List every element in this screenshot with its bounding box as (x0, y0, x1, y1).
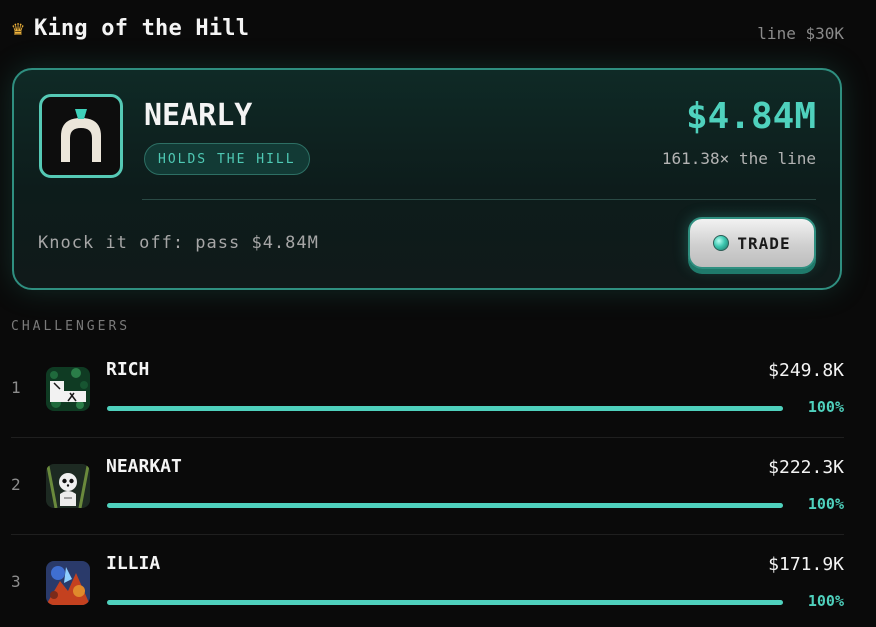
challengers-list: 1 RICH $249.8K 100% 2 NEARKAT $222.3K 10… (0, 340, 876, 627)
king-divider (142, 199, 816, 200)
line-threshold-label: line $30K (757, 23, 844, 43)
header: ♛ King of the Hill line $30K (12, 14, 844, 43)
king-token-avatar[interactable] (39, 94, 123, 178)
king-token-name: NEARLY (144, 98, 253, 133)
title-wrap: ♛ King of the Hill (12, 16, 249, 41)
trade-button[interactable]: TRADE (688, 217, 816, 269)
progress-track (107, 406, 783, 411)
challenger-row[interactable]: 2 NEARKAT $222.3K 100% (0, 437, 876, 534)
status-dot-icon (713, 235, 730, 251)
challenger-name: RICH (106, 359, 150, 380)
holds-hill-badge: HOLDS THE HILL (144, 143, 310, 175)
challenger-row[interactable]: 3 ILLIA $171.9K 100% (0, 534, 876, 627)
trade-button-label: TRADE (737, 233, 791, 253)
progress-fill (107, 503, 783, 508)
king-line-multiple: 161.38× the line (661, 149, 816, 168)
challenger-avatar-nearkat (46, 464, 90, 508)
challenger-row[interactable]: 1 RICH $249.8K 100% (0, 340, 876, 437)
horseshoe-logo-icon (61, 109, 101, 162)
challenger-name: ILLIA (106, 553, 161, 574)
challenger-rank: 2 (11, 475, 21, 494)
knock-off-text: Knock it off: pass $4.84M (38, 233, 319, 253)
challenger-rank: 3 (11, 572, 21, 591)
challenger-avatar-rich (46, 367, 90, 411)
progress-percent: 100% (807, 398, 844, 416)
challenger-rank: 1 (11, 378, 21, 397)
challengers-heading: CHALLENGERS (11, 319, 131, 334)
progress-track (107, 600, 783, 605)
king-card: NEARLY HOLDS THE HILL $4.84M 161.38× the… (12, 68, 842, 290)
crown-icon: ♛ (12, 16, 25, 40)
progress-track (107, 503, 783, 508)
progress-percent: 100% (807, 592, 844, 610)
challenger-avatar-illia (46, 561, 90, 605)
page-title: King of the Hill (34, 15, 250, 41)
challenger-market-cap: $249.8K (768, 360, 844, 381)
challenger-name: NEARKAT (106, 456, 182, 477)
challenger-market-cap: $171.9K (768, 554, 844, 575)
king-market-cap: $4.84M (685, 96, 816, 137)
progress-percent: 100% (807, 495, 844, 513)
challenger-market-cap: $222.3K (768, 457, 844, 478)
progress-fill (107, 406, 783, 411)
progress-fill (107, 600, 783, 605)
